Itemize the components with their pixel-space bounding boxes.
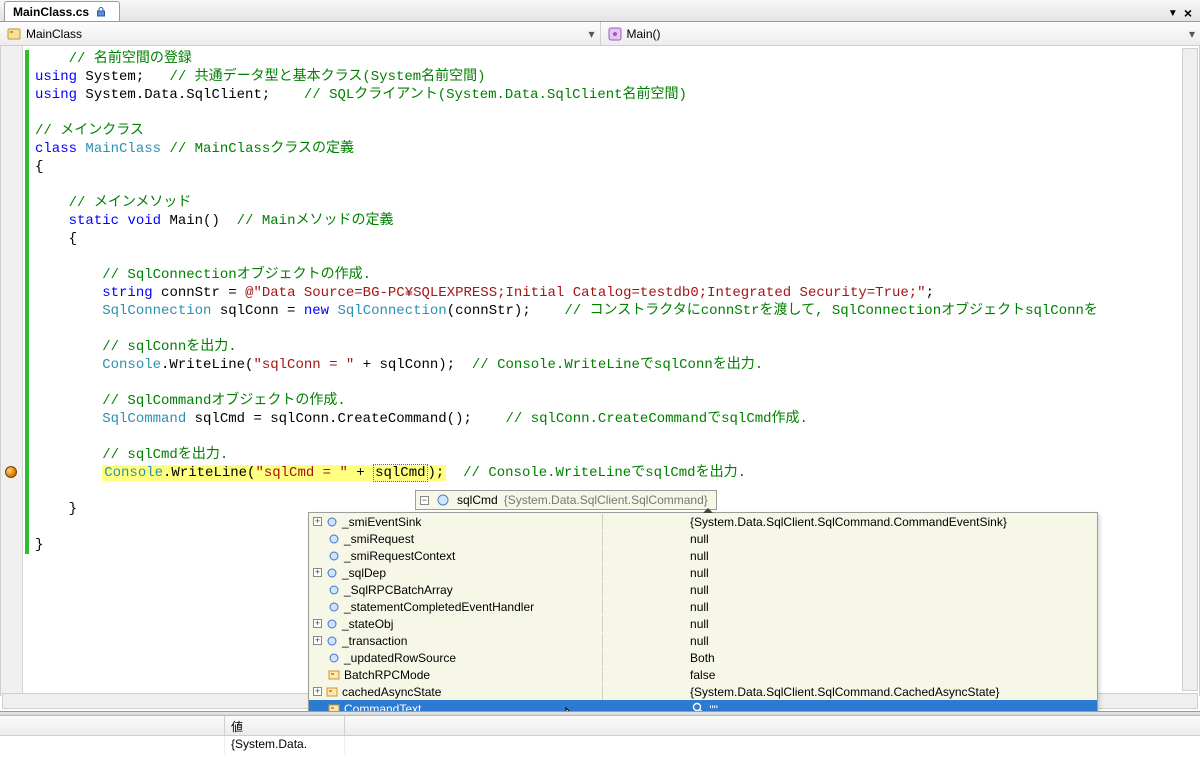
- datatip-member-name: _stateObj: [342, 617, 393, 631]
- expand-icon[interactable]: +: [313, 636, 322, 645]
- property-icon: [324, 684, 340, 700]
- change-indicator: [25, 50, 29, 554]
- watch-columns: 値: [0, 716, 1200, 736]
- datatip-member-value: null: [686, 564, 1097, 581]
- chevron-down-icon[interactable]: ▾: [1184, 27, 1200, 41]
- datatip-member-value: Both: [686, 649, 1097, 666]
- datatip-row[interactable]: + _stateObj null: [309, 615, 1097, 632]
- close-tab-icon[interactable]: ×: [1184, 5, 1192, 21]
- expand-icon[interactable]: +: [313, 568, 322, 577]
- expand-icon[interactable]: +: [313, 619, 322, 628]
- chevron-down-icon[interactable]: ▾: [584, 27, 600, 41]
- tab-menu-arrow-icon[interactable]: ▼: [1168, 8, 1178, 19]
- member-selector[interactable]: Main() ▾: [601, 22, 1200, 45]
- datatip-member-value: {System.Data.SqlClient.SqlCommand.Cached…: [686, 683, 1097, 700]
- scroll-up-arrow-icon[interactable]: [703, 508, 713, 513]
- collapse-icon[interactable]: −: [420, 496, 429, 505]
- datatip-var-name: sqlCmd: [457, 493, 498, 507]
- datatip-member-name: _smiEventSink: [342, 515, 421, 529]
- datatip-member-name: _updatedRowSource: [344, 651, 456, 665]
- member-selector-text: Main(): [627, 27, 1181, 41]
- datatip-member-value: null: [686, 615, 1097, 632]
- datatip-member-name: _SqlRPCBatchArray: [344, 583, 453, 597]
- field-icon: [324, 565, 340, 581]
- datatip-member-value: null: [686, 598, 1097, 615]
- tab-title: MainClass.cs: [13, 5, 89, 19]
- field-icon: [326, 531, 342, 547]
- field-icon: [324, 633, 340, 649]
- datatip-header[interactable]: − sqlCmd {System.Data.SqlClient.SqlComma…: [415, 490, 717, 510]
- watch-row[interactable]: {System.Data.: [0, 736, 1200, 754]
- field-icon: [326, 650, 342, 666]
- watch-col-name[interactable]: [0, 716, 225, 735]
- datatip-row[interactable]: + cachedAsyncState {System.Data.SqlClient.…: [309, 683, 1097, 700]
- field-icon: [326, 582, 342, 598]
- datatip-member-name: _smiRequest: [344, 532, 414, 546]
- field-icon: [326, 599, 342, 615]
- code-content[interactable]: // 名前空間の登録 using System; // 共通データ型と基本クラス…: [35, 50, 1199, 554]
- datatip-member-value: null: [686, 581, 1097, 598]
- datatip-member-name: BatchRPCMode: [344, 668, 430, 682]
- datatip-member-value: null: [686, 547, 1097, 564]
- datatip-row[interactable]: _smiRequest null: [309, 530, 1097, 547]
- datatip-row[interactable]: + _smiEventSink {System.Data.SqlClient.Sql…: [309, 513, 1097, 530]
- watch-panel: 値 {System.Data.: [0, 711, 1200, 773]
- datatip-member-name: _statementCompletedEventHandler: [344, 600, 534, 614]
- local-var-icon: [435, 492, 451, 508]
- class-selector-text: MainClass: [26, 27, 580, 41]
- datatip-row[interactable]: BatchRPCMode false: [309, 666, 1097, 683]
- class-selector[interactable]: MainClass ▾: [0, 22, 601, 45]
- expand-icon[interactable]: +: [313, 687, 322, 696]
- datatip-member-name: _sqlDep: [342, 566, 386, 580]
- datatip-member-name: cachedAsyncState: [342, 685, 441, 699]
- lock-icon: [93, 4, 109, 20]
- datatip-var-type: {System.Data.SqlClient.SqlCommand}: [504, 493, 708, 507]
- datatip-row[interactable]: _statementCompletedEventHandler null: [309, 598, 1097, 615]
- vertical-scrollbar[interactable]: [1182, 48, 1198, 691]
- field-icon: [324, 616, 340, 632]
- field-icon: [324, 514, 340, 530]
- watch-cell-value: {System.Data.: [225, 736, 345, 754]
- datatip-row[interactable]: _SqlRPCBatchArray null: [309, 581, 1097, 598]
- datatip-member-name: _smiRequestContext: [344, 549, 455, 563]
- navigation-bar: MainClass ▾ Main() ▾: [0, 22, 1200, 46]
- datatip-member-value: null: [686, 632, 1097, 649]
- watch-cell-name: [0, 736, 225, 754]
- breakpoint-marker-icon[interactable]: [5, 466, 17, 478]
- glyph-margin[interactable]: [1, 46, 23, 696]
- datatip-member-value: false: [686, 666, 1097, 683]
- datatip-row[interactable]: + _transaction null: [309, 632, 1097, 649]
- datatip-member-value: {System.Data.SqlClient.SqlCommand.Comman…: [686, 513, 1097, 530]
- active-tab[interactable]: MainClass.cs: [4, 1, 120, 21]
- datatip-row[interactable]: _smiRequestContext null: [309, 547, 1097, 564]
- field-icon: [326, 548, 342, 564]
- expand-icon[interactable]: +: [313, 517, 322, 526]
- method-icon: [607, 26, 623, 42]
- datatip-member-value: null: [686, 530, 1097, 547]
- datatip-row[interactable]: _updatedRowSource Both: [309, 649, 1097, 666]
- watch-col-value-header[interactable]: 値: [225, 716, 345, 735]
- class-icon: [6, 26, 22, 42]
- datatip-row[interactable]: + _sqlDep null: [309, 564, 1097, 581]
- property-icon: [326, 667, 342, 683]
- document-tab-bar: MainClass.cs ▼ ×: [0, 0, 1200, 22]
- datatip-member-name: _transaction: [342, 634, 407, 648]
